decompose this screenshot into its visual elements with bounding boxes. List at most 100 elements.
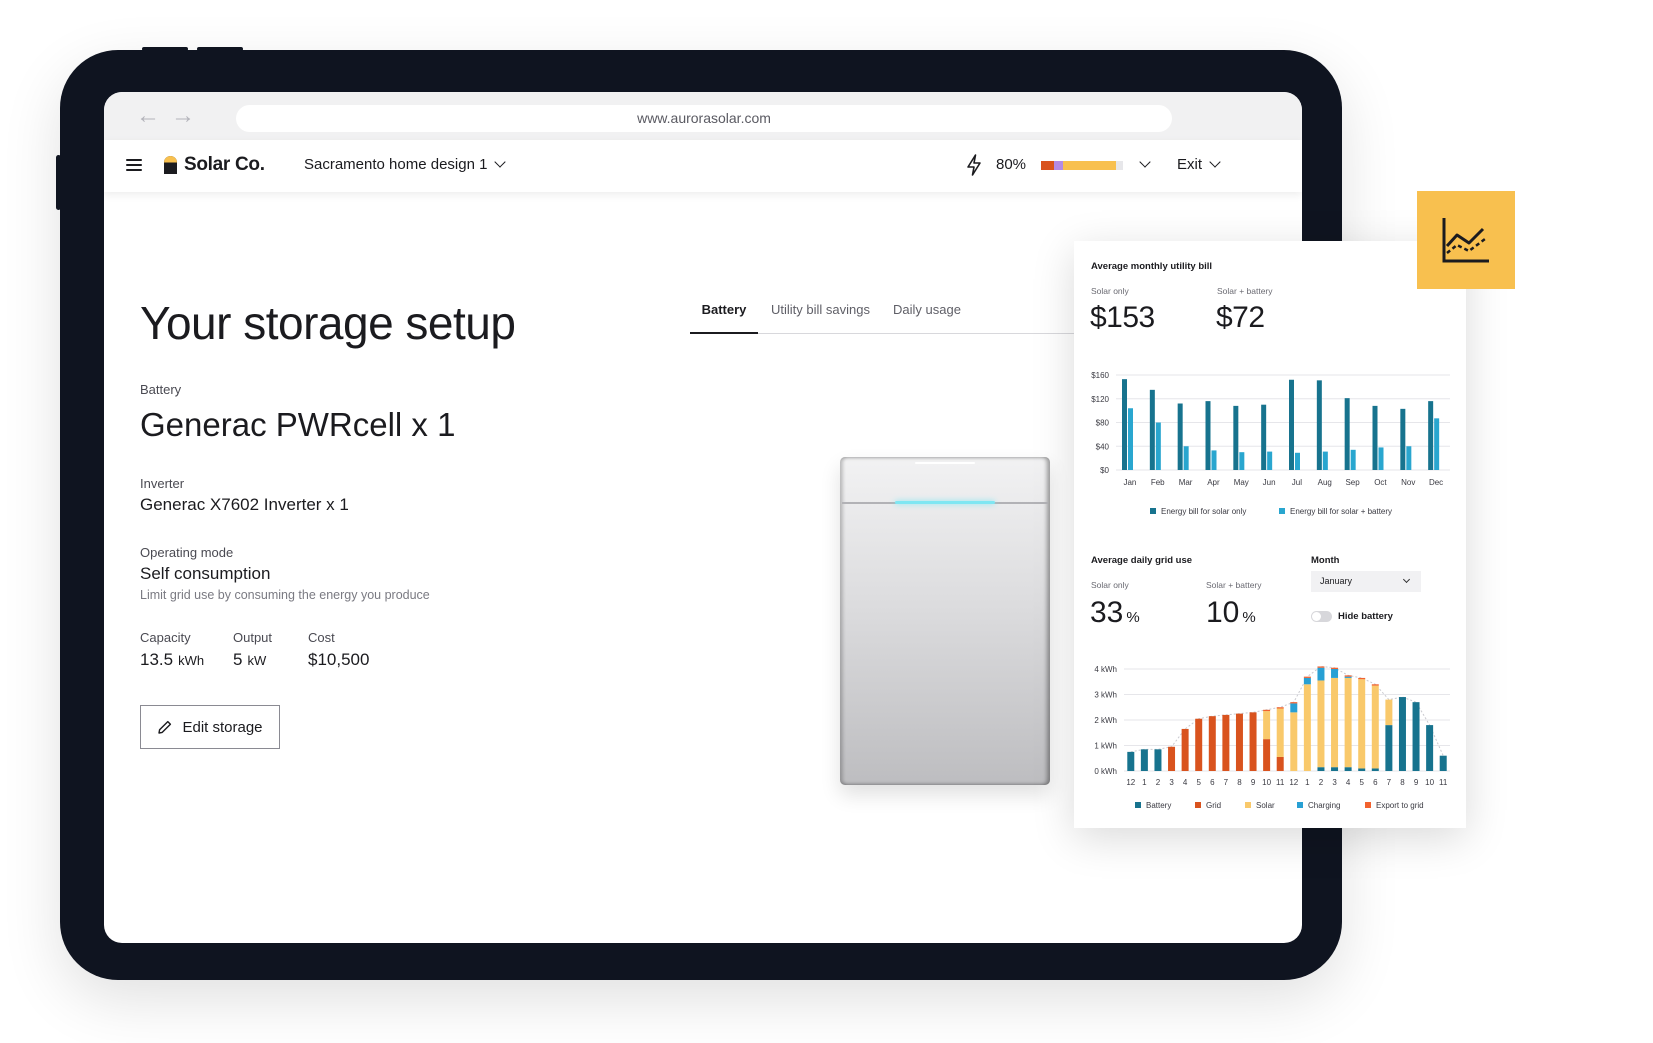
chevron-down-icon [1209, 156, 1221, 168]
legend-solar-battery: Energy bill for solar + battery [1279, 507, 1392, 516]
tab-bar: Battery Utility bill savings Daily usage [690, 302, 1090, 334]
bar [1233, 405, 1239, 470]
bill-solar-battery-label: Solar + battery [1217, 286, 1273, 296]
bill-solar-only-value: $153 [1090, 301, 1155, 334]
url-bar[interactable]: www.aurorasolar.com [236, 105, 1172, 132]
progress-bar [1041, 161, 1123, 170]
grid-title: Average daily grid use [1091, 555, 1193, 566]
capacity-value: 13.5 kWh [140, 650, 204, 670]
bar [1177, 403, 1183, 470]
hide-battery-toggle[interactable] [1311, 611, 1332, 622]
bar-battery [1331, 767, 1339, 771]
bar-export [1276, 707, 1284, 709]
brand-name[interactable]: Solar Co. [184, 154, 265, 176]
bar [1316, 380, 1322, 470]
battery-status-light [895, 501, 995, 504]
x-tick-label: 1 [1142, 778, 1147, 787]
bar-battery [1140, 749, 1148, 771]
tab-battery[interactable]: Battery [690, 302, 758, 334]
browser-bar: ← → www.aurorasolar.com [104, 92, 1302, 140]
x-tick-label: 5 [1359, 778, 1364, 787]
month-select[interactable]: January [1311, 571, 1421, 592]
tab-utility-bill-savings[interactable]: Utility bill savings [771, 302, 870, 332]
capacity-unit: kWh [178, 653, 205, 668]
mode-label: Operating mode [140, 545, 234, 560]
y-tick-label: 4 kWh [1094, 665, 1117, 674]
bar [1289, 379, 1294, 470]
x-tick-label: 4 [1183, 778, 1188, 787]
inverter-label: Inverter [140, 476, 185, 491]
progress-dropdown[interactable] [1132, 156, 1151, 174]
bar-solar [1371, 685, 1379, 769]
bar-solar [1344, 677, 1352, 768]
bar-charging [1344, 676, 1352, 678]
x-tick-label: May [1234, 478, 1249, 487]
exit-menu[interactable]: Exit [1177, 156, 1221, 173]
analytics-chip[interactable] [1417, 191, 1515, 289]
legend-label: Solar [1256, 801, 1275, 810]
chart-line-icon [1442, 218, 1489, 263]
bar [1372, 405, 1378, 470]
x-tick-label: 8 [1237, 778, 1242, 787]
y-tick-label: $0 [1100, 466, 1109, 475]
back-arrow-icon[interactable]: ← [136, 104, 160, 128]
bar-grid [1181, 728, 1189, 771]
x-tick-label: 12 [1126, 778, 1135, 787]
bar [1406, 446, 1412, 470]
battery-product-image [840, 457, 1050, 785]
bill-solar-battery-value: $72 [1216, 301, 1265, 334]
bar-battery [1385, 725, 1393, 771]
bar-charging [1317, 667, 1325, 681]
x-tick-label: Feb [1151, 478, 1165, 487]
project-selector[interactable]: Sacramento home design 1 [304, 156, 507, 173]
project-name: Sacramento home design 1 [304, 156, 488, 173]
tablet-button [142, 47, 188, 51]
daily-usage-chart: 0 kWh1 kWh2 kWh3 kWh4 kWh12 1 2 3 4 5 6 7 8 9 10 11… [1094, 665, 1450, 787]
bar-solar [1331, 677, 1339, 768]
x-tick-label: Jan [1123, 478, 1136, 487]
month-label: Month [1311, 555, 1340, 566]
x-tick-label: 6 [1373, 778, 1378, 787]
x-tick-label: 4 [1346, 778, 1351, 787]
x-tick-label: 6 [1210, 778, 1215, 787]
bar-grid [1276, 756, 1284, 771]
grid-solar-battery-number: 10 [1206, 596, 1240, 629]
bar [1295, 452, 1300, 470]
edit-storage-button[interactable]: Edit storage [140, 705, 280, 749]
chevron-down-icon [1402, 575, 1411, 584]
edit-storage-label: Edit storage [182, 718, 263, 736]
legend-charging: Charging [1297, 801, 1340, 810]
output-value: 5 kW [233, 650, 266, 670]
legend-swatch [1195, 802, 1201, 808]
bar [1261, 404, 1267, 470]
x-tick-label: Oct [1374, 478, 1387, 487]
y-tick-label: 0 kWh [1094, 767, 1117, 776]
legend-swatch [1365, 802, 1371, 808]
bar-grid [1195, 718, 1203, 771]
forward-arrow-icon[interactable]: → [171, 104, 195, 128]
analytics-card: Average monthly utility bill Solar only … [1074, 241, 1466, 828]
x-tick-label: 3 [1332, 778, 1337, 787]
bar-export [1290, 702, 1298, 704]
bar-solar [1358, 679, 1366, 769]
month-select-value: January [1320, 576, 1353, 586]
x-tick-label: Dec [1429, 478, 1443, 487]
capacity-number: 13.5 [140, 650, 174, 669]
x-tick-label: Jun [1263, 478, 1276, 487]
bar-export [1303, 676, 1311, 678]
legend-swatch [1150, 508, 1156, 514]
bar [1183, 446, 1189, 470]
y-tick-label: 1 kWh [1094, 742, 1117, 751]
legend-swatch [1245, 802, 1251, 808]
legend-label: Battery [1146, 801, 1172, 810]
y-tick-label: 2 kWh [1094, 716, 1117, 725]
tab-daily-usage[interactable]: Daily usage [893, 302, 961, 332]
bar [1434, 418, 1440, 470]
progress-segment-solar [1063, 161, 1116, 170]
legend-label: Energy bill for solar + battery [1290, 507, 1393, 516]
percent-sign: % [1126, 609, 1140, 626]
y-tick-label: $160 [1091, 371, 1109, 380]
bar [1344, 398, 1350, 470]
progress-segment-grid [1041, 161, 1055, 170]
hamburger-menu-icon[interactable] [126, 159, 142, 171]
